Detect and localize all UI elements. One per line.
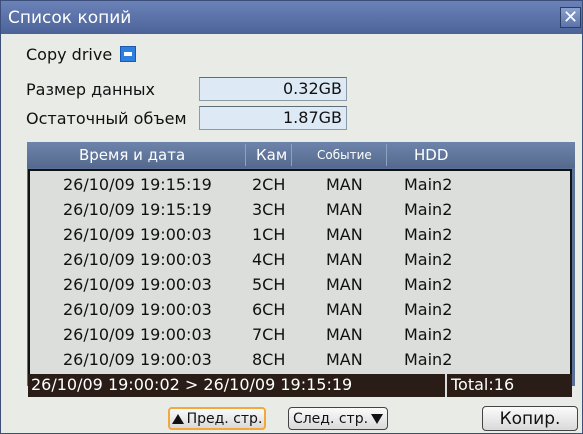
cell-event: MAN: [326, 250, 363, 269]
close-button[interactable]: ✕: [560, 7, 581, 28]
prev-page-button[interactable]: Пред. стр.: [168, 407, 266, 430]
time-range: 26/10/09 19:00:02 > 26/10/09 19:15:19: [31, 375, 353, 394]
table-row[interactable]: 26/10/09 19:00:03 7CH MAN Main2: [30, 322, 570, 347]
column-header-datetime[interactable]: Время и дата: [79, 146, 185, 164]
cell-hdd: Main2: [404, 325, 453, 344]
close-icon: ✕: [562, 7, 579, 28]
copy-drive-label: Copy drive: [26, 44, 113, 64]
cell-hdd: Main2: [404, 250, 453, 269]
cell-hdd: Main2: [404, 300, 453, 319]
copy-list-panel: Время и дата Кам Событие HDD 26/10/09 19…: [27, 142, 575, 386]
cell-camera: 8CH: [252, 350, 286, 369]
column-header-hdd[interactable]: HDD: [414, 146, 448, 164]
cell-hdd: Main2: [404, 275, 453, 294]
prev-page-label: Пред. стр.: [186, 410, 263, 427]
cell-datetime: 26/10/09 19:15:19: [63, 200, 212, 219]
column-header-camera[interactable]: Кам: [256, 146, 287, 164]
column-header-event[interactable]: Событие: [317, 148, 372, 162]
cell-event: MAN: [326, 325, 363, 344]
cell-camera: 4CH: [252, 250, 286, 269]
triangle-down-icon: [371, 413, 384, 424]
table-header: Время и дата Кам Событие HDD: [27, 142, 575, 168]
cell-event: MAN: [326, 275, 363, 294]
drive-icon[interactable]: [120, 46, 137, 62]
cell-datetime: 26/10/09 19:15:19: [63, 175, 212, 194]
copy-button-label: Копир.: [499, 408, 561, 429]
cell-event: MAN: [326, 225, 363, 244]
copy-list-window: Список копий ✕ Copy drive Размер данных …: [0, 0, 583, 434]
cell-event: MAN: [326, 300, 363, 319]
cell-camera: 2CH: [252, 175, 286, 194]
data-size-label: Размер данных: [26, 80, 156, 99]
table-row[interactable]: 26/10/09 19:00:03 6CH MAN Main2: [30, 297, 570, 322]
status-bar: 26/10/09 19:00:02 > 26/10/09 19:15:19 To…: [28, 374, 572, 397]
cell-datetime: 26/10/09 19:00:03: [63, 225, 212, 244]
cell-datetime: 26/10/09 19:00:03: [63, 325, 212, 344]
copy-drive: Copy drive: [26, 41, 137, 67]
triangle-up-icon: [171, 413, 184, 424]
title-bar: Список копий ✕: [1, 1, 582, 34]
cell-camera: 7CH: [252, 325, 286, 344]
remaining-label: Остаточный объем: [26, 109, 187, 128]
cell-datetime: 26/10/09 19:00:03: [63, 250, 212, 269]
remaining-value: 1.87GB: [199, 106, 347, 130]
table-row[interactable]: 26/10/09 19:00:03 1CH MAN Main2: [30, 222, 570, 247]
cell-hdd: Main2: [404, 225, 453, 244]
next-page-label: След. стр.: [292, 410, 369, 427]
table-row[interactable]: 26/10/09 19:15:19 2CH MAN Main2: [30, 172, 570, 197]
cell-hdd: Main2: [404, 350, 453, 369]
next-page-button[interactable]: След. стр.: [288, 407, 388, 430]
cell-camera: 6CH: [252, 300, 286, 319]
copy-button[interactable]: Копир.: [482, 406, 578, 431]
table-row[interactable]: 26/10/09 19:00:03 5CH MAN Main2: [30, 272, 570, 297]
cell-camera: 1CH: [252, 225, 286, 244]
cell-datetime: 26/10/09 19:00:03: [63, 300, 212, 319]
table-row[interactable]: 26/10/09 19:15:19 3CH MAN Main2: [30, 197, 570, 222]
cell-datetime: 26/10/09 19:00:03: [63, 275, 212, 294]
data-size-value: 0.32GB: [199, 77, 347, 101]
table-row[interactable]: 26/10/09 19:00:03 8CH MAN Main2: [30, 347, 570, 372]
cell-event: MAN: [326, 200, 363, 219]
cell-datetime: 26/10/09 19:00:03: [63, 350, 212, 369]
total-box: Total:16: [445, 374, 572, 397]
cell-hdd: Main2: [404, 175, 453, 194]
cell-hdd: Main2: [404, 200, 453, 219]
cell-event: MAN: [326, 175, 363, 194]
cell-event: MAN: [326, 350, 363, 369]
cell-camera: 5CH: [252, 275, 286, 294]
total-count: Total:16: [451, 375, 515, 394]
copy-list: 26/10/09 19:15:19 2CH MAN Main2 26/10/09…: [28, 169, 572, 384]
cell-camera: 3CH: [252, 200, 286, 219]
window-title: Список копий: [8, 8, 132, 28]
table-row[interactable]: 26/10/09 19:00:03 4CH MAN Main2: [30, 247, 570, 272]
